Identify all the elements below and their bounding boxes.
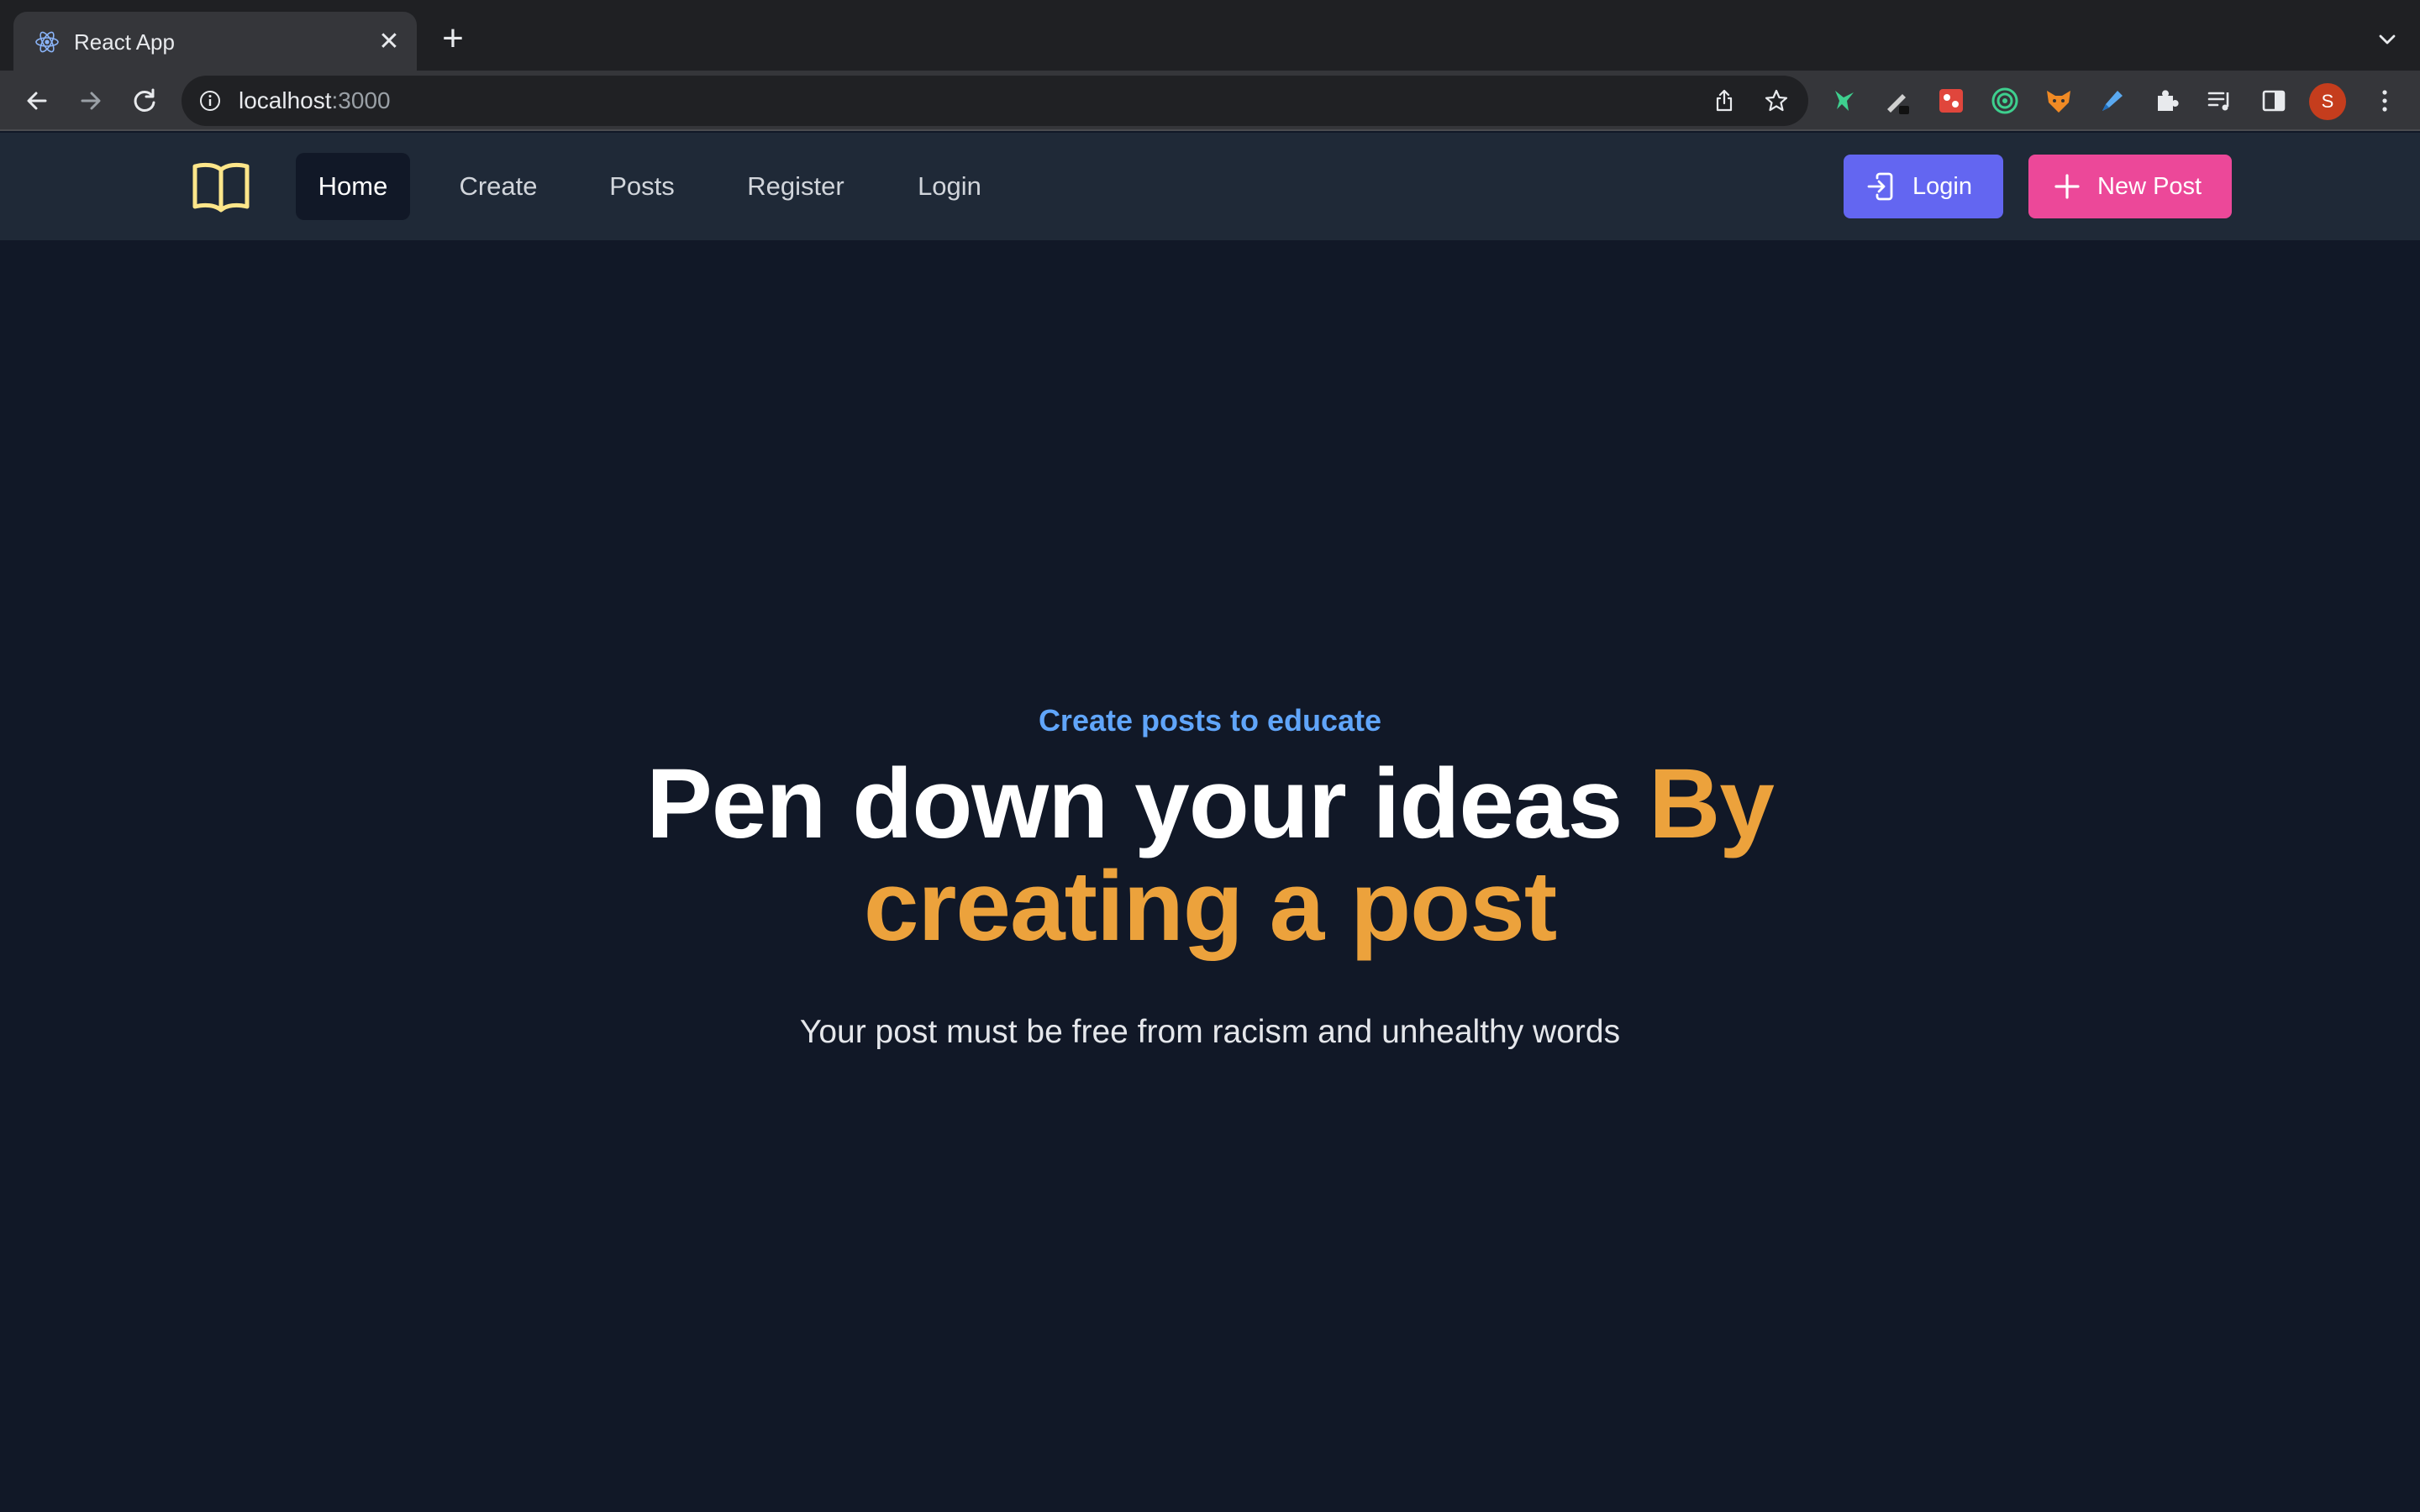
hero-subtext: Your post must be free from racism and u… [799,1014,1621,1050]
new-tab-icon[interactable]: + [435,20,471,57]
puzzle-icon[interactable] [2151,86,2181,116]
tab-close-icon[interactable]: ✕ [375,28,403,56]
highlighter-icon[interactable] [2097,86,2128,116]
playlist-icon[interactable] [2205,86,2235,116]
nav-register[interactable]: Register [726,153,865,220]
book-icon[interactable] [190,160,252,213]
fox-icon[interactable] [2044,86,2074,116]
back-arrow-icon[interactable] [20,84,54,118]
target-icon[interactable] [1990,86,2020,116]
browser-tab-strip: React App ✕ + [0,0,2420,71]
kebab-menu-icon[interactable] [2370,86,2400,116]
pen-icon[interactable] [1882,86,1912,116]
hero-headline: Pen down your ideas By creating a post [622,753,1798,958]
login-button[interactable]: Login [1844,155,2003,218]
bookmark-star-icon[interactable] [1763,87,1790,114]
hero-eyebrow: Create posts to educate [1038,703,1382,738]
browser-toolbar: localhost:3000 S [0,71,2420,131]
app-navbar: Home Create Posts Register Login Login N… [0,133,2420,240]
new-post-button-label: New Post [2097,173,2202,200]
tab-search-chevron-icon[interactable] [2375,27,2400,52]
hummingbird-icon[interactable] [1828,86,1859,116]
new-post-button[interactable]: New Post [2028,155,2232,218]
headline-main: Pen down your ideas [646,748,1623,859]
puzzle-game-icon[interactable] [1936,86,1966,116]
nav-create[interactable]: Create [440,153,556,220]
profile-avatar[interactable]: S [2309,83,2346,120]
reload-icon[interactable] [128,84,161,118]
nav-posts[interactable]: Posts [590,153,694,220]
info-icon[interactable] [198,89,222,113]
nav-login[interactable]: Login [897,153,1002,220]
browser-tab[interactable]: React App ✕ [13,12,417,71]
url-text[interactable]: localhost:3000 [239,87,391,114]
hero-section: Create posts to educate Pen down your id… [0,240,2420,1512]
sidebar-icon[interactable] [2259,86,2289,116]
login-icon [1867,172,1893,201]
share-icon[interactable] [1711,87,1738,114]
forward-arrow-icon[interactable] [74,84,108,118]
tab-title: React App [74,29,175,55]
plus-icon [2054,174,2080,199]
url-port: :3000 [331,87,391,113]
login-button-label: Login [1912,173,1972,200]
url-host: localhost [239,87,332,113]
nav-home[interactable]: Home [296,153,410,220]
react-icon [35,31,59,53]
address-bar[interactable]: localhost:3000 [182,76,1808,126]
